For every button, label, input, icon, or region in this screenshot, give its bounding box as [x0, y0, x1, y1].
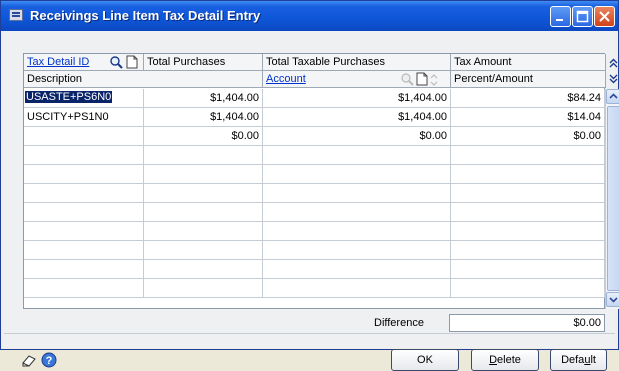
total-purchases-cell: $1,404.00 [144, 89, 263, 108]
tax-detail-window: Receivings Line Item Tax Detail Entry Ta… [0, 0, 619, 371]
tax-detail-id-cell[interactable] [24, 127, 144, 146]
empty-row[interactable] [24, 165, 605, 184]
empty-row[interactable] [24, 260, 605, 279]
close-button[interactable] [594, 6, 615, 27]
total-purchases-cell: $0.00 [144, 127, 263, 146]
tax-detail-id-cell[interactable]: USASTE+PS6N0 [24, 89, 144, 108]
maximize-button[interactable] [572, 6, 593, 27]
minimize-button[interactable] [550, 6, 571, 27]
separator [4, 333, 615, 334]
expand-rows-icon[interactable] [607, 73, 619, 86]
account-lookup-icon [401, 73, 414, 86]
default-button-label-start: Defa [561, 354, 585, 366]
svg-text:?: ? [46, 355, 53, 367]
difference-value: $0.00 [449, 314, 605, 332]
close-icon [599, 11, 610, 22]
empty-row[interactable] [24, 184, 605, 203]
empty-row[interactable] [24, 241, 605, 260]
account-new-icon[interactable] [415, 72, 429, 86]
delete-button[interactable]: Delete [471, 349, 539, 371]
tax-detail-id-link[interactable]: Tax Detail ID [27, 56, 89, 68]
help-icon[interactable]: ? [41, 352, 57, 368]
empty-row[interactable] [24, 146, 605, 165]
empty-row[interactable] [24, 279, 605, 298]
default-button-label-end: lt [590, 354, 596, 366]
total-taxable-cell: $1,404.00 [263, 108, 451, 127]
empty-row[interactable] [24, 203, 605, 222]
default-button[interactable]: Default [550, 349, 607, 371]
delete-button-label: elete [497, 354, 521, 366]
table-row[interactable]: USCITY+PS1N0 $1,404.00 $1,404.00 $14.04 [24, 108, 605, 127]
ok-button-label: OK [417, 354, 433, 366]
account-expand-icon [430, 74, 438, 86]
dialog-client-area: Tax Detail ID Total Purchases Total Taxa… [4, 31, 619, 371]
tax-detail-id-value[interactable]: USASTE+PS6N0 [25, 91, 113, 103]
delete-hotkey: D [489, 354, 498, 366]
grid-scrollbar[interactable] [605, 89, 619, 309]
tax-amount-cell[interactable]: $84.24 [451, 89, 605, 108]
arrow-down-icon [609, 297, 618, 303]
grid-rows: USASTE+PS6N0 $1,404.00 $1,404.00 $84.24 … [24, 89, 605, 309]
minimize-icon [556, 19, 563, 21]
table-row[interactable]: $0.00 $0.00 $0.00 [24, 127, 605, 146]
table-row[interactable]: USASTE+PS6N0 $1,404.00 $1,404.00 $84.24 [24, 89, 605, 108]
total-taxable-cell: $1,404.00 [263, 89, 451, 108]
note-icon[interactable] [20, 353, 38, 369]
difference-label: Difference [374, 317, 424, 329]
header-total-taxable-purchases: Total Taxable Purchases [263, 54, 451, 71]
header-total-purchases: Total Purchases [144, 54, 263, 71]
maximize-icon [576, 10, 589, 23]
window-app-icon [9, 9, 23, 21]
arrow-up-icon [609, 93, 618, 99]
header-description: Description [24, 71, 263, 88]
magnifier-icon[interactable] [109, 55, 123, 69]
ok-button[interactable]: OK [391, 349, 459, 371]
tax-detail-id-cell[interactable]: USCITY+PS1N0 [24, 108, 144, 127]
window-title: Receivings Line Item Tax Detail Entry [30, 8, 261, 23]
tax-amount-cell[interactable]: $14.04 [451, 108, 605, 127]
total-purchases-cell: $1,404.00 [144, 108, 263, 127]
empty-row[interactable] [24, 222, 605, 241]
tax-detail-grid: Tax Detail ID Total Purchases Total Taxa… [23, 53, 619, 309]
title-bar[interactable]: Receivings Line Item Tax Detail Entry [1, 1, 618, 31]
scroll-thumb[interactable] [607, 106, 619, 291]
scroll-down-button[interactable] [606, 292, 619, 307]
header-percent-amount: Percent/Amount [451, 71, 606, 88]
header-tax-amount: Tax Amount [451, 54, 606, 71]
account-link[interactable]: Account [266, 73, 306, 85]
scroll-up-button[interactable] [606, 89, 619, 104]
tax-amount-cell[interactable]: $0.00 [451, 127, 605, 146]
new-document-icon[interactable] [125, 55, 139, 69]
collapse-rows-icon[interactable] [607, 56, 619, 69]
total-taxable-cell: $0.00 [263, 127, 451, 146]
